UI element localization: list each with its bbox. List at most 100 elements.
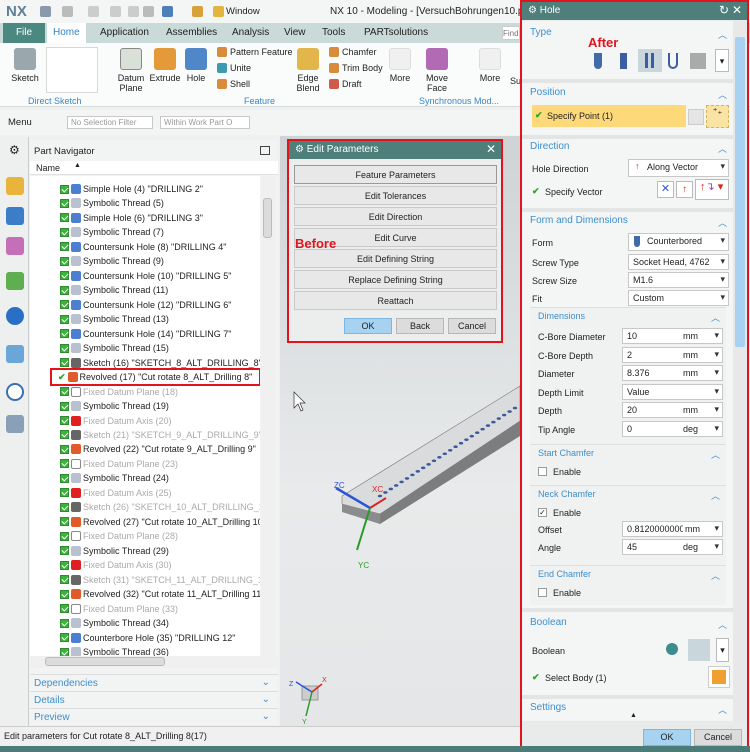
chevron-up-icon[interactable]: ︿	[718, 216, 727, 229]
back-button[interactable]: Back	[396, 318, 444, 334]
hole-direction-dropdown[interactable]: ↑ Along Vector	[628, 159, 729, 177]
selection-scope-dropdown[interactable]: Within Work Part O	[160, 116, 250, 129]
visibility-checkbox[interactable]	[60, 242, 69, 252]
visibility-checkbox[interactable]	[60, 560, 69, 570]
more-feature-button[interactable]: More	[386, 48, 414, 83]
tree-row[interactable]: Simple Hole (4) "DRILLING 2"	[60, 182, 203, 196]
menu-button[interactable]: Menu	[8, 117, 32, 128]
visibility-checkbox[interactable]	[60, 343, 69, 353]
clock-icon[interactable]	[6, 383, 24, 401]
edit-parameters-option-6[interactable]: Reattach	[294, 291, 497, 310]
boolean-section-header[interactable]: Boolean	[530, 617, 567, 628]
assembly-navigator-icon[interactable]	[6, 177, 24, 195]
visibility-checkbox[interactable]	[60, 546, 69, 556]
dimension-field[interactable]: Value	[622, 383, 723, 400]
shell-button[interactable]: Shell	[217, 79, 250, 89]
visibility-checkbox[interactable]	[60, 473, 69, 483]
end-chamfer-header[interactable]: End Chamfer	[538, 569, 591, 579]
gear-icon[interactable]: ⚙	[9, 143, 20, 157]
dimension-field[interactable]: 10 mm	[622, 328, 723, 344]
visibility-checkbox[interactable]	[60, 300, 69, 310]
select-body-button[interactable]	[708, 666, 730, 688]
tree-row[interactable]: Fixed Datum Axis (30)	[60, 558, 172, 572]
drill-size-hole-icon[interactable]	[620, 53, 627, 69]
vector-dialog-icon[interactable]: ↑	[676, 181, 693, 198]
tree-row[interactable]: Symbolic Thread (13)	[60, 312, 169, 326]
tree-row[interactable]: Symbolic Thread (24)	[60, 471, 169, 485]
visibility-checkbox[interactable]	[60, 285, 69, 295]
cancel-button[interactable]: Cancel	[448, 318, 496, 334]
start-chamfer-enable-checkbox[interactable]	[538, 467, 547, 476]
draft-button[interactable]: Draft	[329, 79, 362, 89]
angle-unit[interactable]: deg	[683, 542, 698, 552]
visibility-checkbox[interactable]	[60, 488, 69, 498]
visibility-checkbox[interactable]	[60, 575, 69, 585]
hole-button[interactable]: Hole	[183, 48, 209, 83]
scrollbar-thumb[interactable]	[263, 198, 272, 238]
tab-partsolutions[interactable]: PARTsolutions	[358, 23, 434, 43]
datum-plane-button[interactable]: Datum Plane	[114, 48, 148, 93]
reuse-library-icon[interactable]	[6, 272, 24, 290]
tree-row[interactable]: Symbolic Thread (29)	[60, 544, 169, 558]
window-menu[interactable]: Window	[226, 6, 260, 17]
tree-row[interactable]: Sketch (16) "SKETCH_8_ALT_DRILLING_8"	[60, 356, 260, 370]
save-icon[interactable]	[40, 6, 51, 17]
dimension-field[interactable]: 20 mm	[622, 402, 723, 418]
tree-row[interactable]: Revolved (22) "Cut rotate 9_ALT_Drilling…	[60, 442, 256, 456]
visibility-checkbox[interactable]	[60, 184, 69, 194]
specify-point-selector[interactable]: ✔ Specify Point (1)	[532, 105, 686, 127]
tree-row[interactable]: Counterbore Hole (35) "DRILLING 12"	[60, 631, 235, 645]
tab-analysis[interactable]: Analysis	[226, 23, 275, 43]
tree-row[interactable]: Simple Hole (6) "DRILLING 3"	[60, 211, 203, 225]
cancel-button[interactable]: Cancel	[694, 729, 742, 746]
unit-dropdown[interactable]: mm	[683, 405, 698, 415]
tree-row[interactable]: Fixed Datum Plane (33)	[60, 602, 178, 616]
vertical-scrollbar[interactable]	[733, 21, 747, 721]
tab-file[interactable]: File	[3, 23, 45, 43]
tree-row[interactable]: Symbolic Thread (9)	[60, 254, 164, 268]
paste-icon[interactable]	[143, 6, 154, 17]
subtract-icon[interactable]	[688, 639, 710, 661]
tab-tools[interactable]: Tools	[316, 23, 351, 43]
extrude-button[interactable]: Extrude	[149, 48, 181, 83]
dimensions-header[interactable]: Dimensions	[538, 311, 585, 321]
part-navigator-icon[interactable]	[6, 237, 24, 255]
chevron-up-icon[interactable]: ︿	[711, 569, 720, 582]
edge-blend-button[interactable]: Edge Blend	[292, 48, 324, 93]
tree-row[interactable]: Countersunk Hole (14) "DRILLING 7"	[60, 327, 231, 341]
type-section-header[interactable]: Type	[530, 27, 552, 38]
ok-button[interactable]: OK	[643, 729, 691, 746]
more-sync-button[interactable]: More	[476, 48, 504, 83]
scrollbar-thumb[interactable]	[45, 657, 165, 666]
visibility-checkbox[interactable]	[60, 633, 69, 643]
chevron-up-icon[interactable]: ︿	[711, 448, 720, 461]
edit-parameters-option-2[interactable]: Edit Direction	[294, 207, 497, 226]
window-icon[interactable]	[213, 6, 224, 17]
unit-dropdown[interactable]: mm	[683, 368, 698, 378]
visibility-checkbox[interactable]	[60, 618, 69, 628]
chevron-up-icon[interactable]: ︿	[718, 28, 727, 41]
tree-row[interactable]: Symbolic Thread (15)	[60, 341, 169, 355]
boolean-dropdown[interactable]: ▾	[716, 638, 729, 662]
tree-row[interactable]: Symbolic Thread (7)	[60, 225, 164, 239]
tab-view[interactable]: View	[278, 23, 312, 43]
chevron-up-icon[interactable]: ︿	[711, 489, 720, 502]
tree-row[interactable]: Countersunk Hole (12) "DRILLING 6"	[60, 298, 231, 312]
vertical-scrollbar[interactable]	[261, 176, 275, 656]
copy-icon[interactable]	[128, 6, 139, 17]
visibility-checkbox[interactable]	[60, 314, 69, 324]
selection-filter-dropdown[interactable]: No Selection Filter	[67, 116, 153, 129]
web-browser-icon[interactable]	[6, 307, 24, 325]
visibility-checkbox[interactable]	[60, 589, 69, 599]
edit-parameters-option-4[interactable]: Edit Defining String	[294, 249, 497, 268]
column-header-name[interactable]: Name ▲	[30, 161, 278, 175]
find-input[interactable]	[502, 26, 520, 40]
sketch-curve-gallery[interactable]	[46, 47, 98, 93]
tree-row[interactable]: Symbolic Thread (11)	[60, 283, 168, 297]
general-hole-icon[interactable]	[594, 53, 602, 69]
visibility-checkbox[interactable]	[60, 227, 69, 237]
visibility-checkbox[interactable]	[60, 444, 69, 454]
move-face-button[interactable]: Move Face	[422, 48, 452, 93]
edit-parameters-option-1[interactable]: Edit Tolerances	[294, 186, 497, 205]
tree-row[interactable]: Countersunk Hole (10) "DRILLING 5"	[60, 269, 231, 283]
